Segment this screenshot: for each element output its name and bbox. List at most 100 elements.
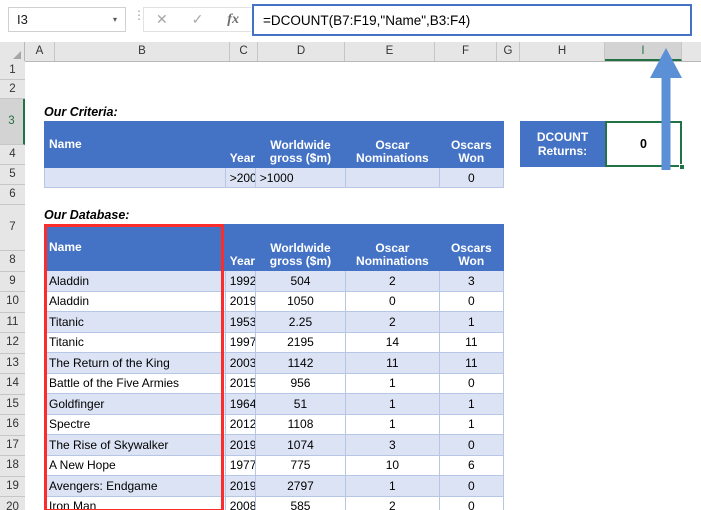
row-header-10[interactable]: 10: [0, 292, 25, 313]
database-cell-won[interactable]: 6: [438, 454, 505, 476]
row-header-4[interactable]: 4: [0, 145, 25, 165]
database-cell-gross[interactable]: 504: [254, 270, 347, 292]
database-cell-year[interactable]: 2003: [224, 352, 256, 374]
database-cell-gross[interactable]: 1108: [254, 413, 347, 435]
database-cell-won[interactable]: 0: [438, 434, 505, 456]
row-header-11[interactable]: 11: [0, 312, 25, 333]
database-cell-year[interactable]: 1964: [224, 393, 256, 415]
table-row[interactable]: The Return of the King 2003 1142 11 11: [44, 352, 505, 374]
database-cell-won[interactable]: 1: [438, 413, 505, 435]
database-cell-gross[interactable]: 2797: [254, 475, 347, 497]
table-row[interactable]: Titanic 1997 2195 14 11: [44, 331, 505, 353]
database-cell-noms[interactable]: 2: [345, 270, 440, 292]
database-cell-noms[interactable]: 2: [345, 495, 440, 510]
row-header-3[interactable]: 3: [0, 99, 25, 145]
column-header-h[interactable]: H: [520, 42, 605, 61]
database-cell-won[interactable]: 0: [438, 495, 505, 510]
database-cell-name[interactable]: Aladdin: [44, 290, 226, 312]
table-row[interactable]: Spectre 2012 1108 1 1: [44, 413, 505, 435]
database-cell-gross[interactable]: 585: [254, 495, 347, 510]
database-cell-year[interactable]: 2012: [224, 413, 256, 435]
database-cell-noms[interactable]: 14: [345, 331, 440, 353]
row-header-5[interactable]: 5: [0, 165, 25, 185]
row-header-9[interactable]: 9: [0, 271, 25, 292]
criteria-cell-won[interactable]: 0: [438, 167, 505, 188]
database-cell-noms[interactable]: 1: [345, 413, 440, 435]
database-cell-gross[interactable]: 51: [254, 393, 347, 415]
database-cell-won[interactable]: 3: [438, 270, 505, 292]
database-cell-year[interactable]: 2019: [224, 475, 256, 497]
column-header-e[interactable]: E: [345, 42, 435, 61]
database-cell-name[interactable]: Battle of the Five Armies: [44, 372, 226, 394]
database-cell-year[interactable]: 2008: [224, 495, 256, 510]
cancel-icon[interactable]: ✕: [147, 8, 177, 31]
row-header-17[interactable]: 17: [0, 435, 25, 456]
table-row[interactable]: Battle of the Five Armies 2015 956 1 0: [44, 372, 505, 394]
database-cell-won[interactable]: 11: [438, 352, 505, 374]
column-header-c[interactable]: C: [230, 42, 258, 61]
database-cell-won[interactable]: 11: [438, 331, 505, 353]
table-row[interactable]: Goldfinger 1964 51 1 1: [44, 393, 505, 415]
row-header-8[interactable]: 8: [0, 251, 25, 272]
row-header-2[interactable]: 2: [0, 80, 25, 99]
database-cell-gross[interactable]: 956: [254, 372, 347, 394]
fill-handle[interactable]: [679, 164, 685, 170]
row-header-12[interactable]: 12: [0, 333, 25, 354]
database-cell-noms[interactable]: 10: [345, 454, 440, 476]
database-cell-won[interactable]: 0: [438, 290, 505, 312]
database-cell-gross[interactable]: 775: [254, 454, 347, 476]
database-cell-name[interactable]: Iron Man: [44, 495, 226, 510]
database-cell-won[interactable]: 1: [438, 393, 505, 415]
database-cell-gross[interactable]: 2.25: [254, 311, 347, 333]
database-cell-name[interactable]: A New Hope: [44, 454, 226, 476]
database-cell-name[interactable]: Titanic: [44, 331, 226, 353]
database-cell-name[interactable]: Avengers: Endgame: [44, 475, 226, 497]
database-cell-gross[interactable]: 1074: [254, 434, 347, 456]
table-row[interactable]: Iron Man 2008 585 2 0: [44, 495, 505, 510]
database-cell-noms[interactable]: 2: [345, 311, 440, 333]
database-cell-year[interactable]: 2015: [224, 372, 256, 394]
row-header-19[interactable]: 19: [0, 476, 25, 497]
row-header-14[interactable]: 14: [0, 374, 25, 395]
database-cell-name[interactable]: Aladdin: [44, 270, 226, 292]
database-cell-year[interactable]: 1953: [224, 311, 256, 333]
database-cell-year[interactable]: 1977: [224, 454, 256, 476]
database-cell-won[interactable]: 0: [438, 475, 505, 497]
database-cell-year[interactable]: 1992: [224, 270, 256, 292]
criteria-cell-gross[interactable]: >1000: [254, 167, 347, 188]
database-cell-year[interactable]: 2019: [224, 434, 256, 456]
table-row[interactable]: The Rise of Skywalker 2019 1074 3 0: [44, 434, 505, 456]
formula-input[interactable]: =DCOUNT(B7:F19,"Name",B3:F4): [252, 4, 692, 36]
chevron-down-icon[interactable]: ▾: [105, 15, 125, 24]
table-row[interactable]: Avengers: Endgame 2019 2797 1 0: [44, 475, 505, 497]
database-cell-gross[interactable]: 2195: [254, 331, 347, 353]
criteria-cell-name[interactable]: [44, 167, 226, 188]
insert-function-icon[interactable]: fx: [218, 8, 248, 31]
criteria-cell-year[interactable]: >2000: [224, 167, 256, 188]
select-all-corner[interactable]: [0, 42, 25, 61]
confirm-check-icon[interactable]: ✓: [182, 8, 212, 31]
table-row[interactable]: Aladdin 1992 504 2 3: [44, 270, 505, 292]
column-header-i[interactable]: I: [605, 42, 682, 61]
table-row[interactable]: Titanic 1953 2.25 2 1: [44, 311, 505, 333]
dcount-result-cell[interactable]: 0: [605, 121, 682, 167]
table-row[interactable]: A New Hope 1977 775 10 6: [44, 454, 505, 476]
row-header-1[interactable]: 1: [0, 61, 25, 80]
row-header-6[interactable]: 6: [0, 185, 25, 205]
database-cell-noms[interactable]: 1: [345, 393, 440, 415]
database-cell-gross[interactable]: 1050: [254, 290, 347, 312]
database-cell-noms[interactable]: 1: [345, 372, 440, 394]
column-header-b[interactable]: B: [55, 42, 230, 61]
row-header-7[interactable]: 7: [0, 205, 25, 251]
criteria-cell-noms[interactable]: [345, 167, 440, 188]
database-cell-name[interactable]: Goldfinger: [44, 393, 226, 415]
database-cell-won[interactable]: 0: [438, 372, 505, 394]
table-row[interactable]: Aladdin 2019 1050 0 0: [44, 290, 505, 312]
database-cell-year[interactable]: 2019: [224, 290, 256, 312]
row-header-13[interactable]: 13: [0, 353, 25, 374]
database-cell-year[interactable]: 1997: [224, 331, 256, 353]
row-header-15[interactable]: 15: [0, 394, 25, 415]
database-cell-noms[interactable]: 3: [345, 434, 440, 456]
database-cell-noms[interactable]: 0: [345, 290, 440, 312]
database-cell-name[interactable]: The Rise of Skywalker: [44, 434, 226, 456]
